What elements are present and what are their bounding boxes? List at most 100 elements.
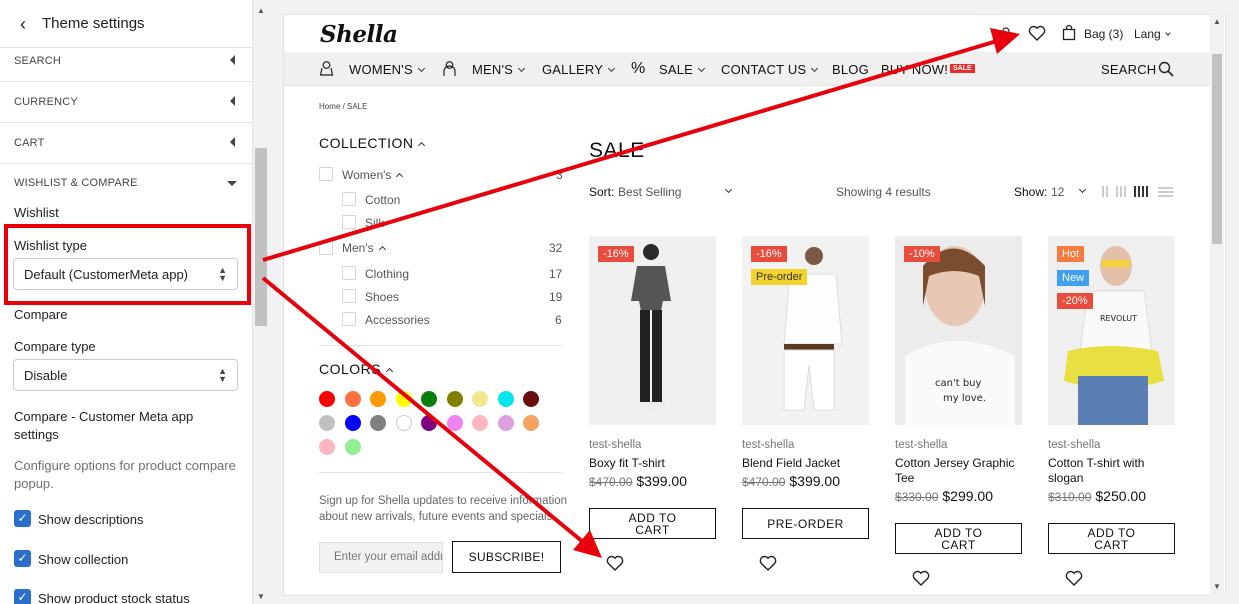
filter-mens[interactable]: Men's bbox=[342, 241, 386, 255]
percent-icon: % bbox=[631, 60, 646, 77]
nav-sale[interactable]: SALE bbox=[659, 62, 706, 77]
bag-link[interactable]: Bag (3) bbox=[1084, 27, 1123, 41]
filter-checkbox[interactable] bbox=[342, 192, 356, 206]
color-swatch[interactable] bbox=[319, 391, 335, 407]
add-to-cart-button[interactable]: ADD TO CART bbox=[1048, 523, 1175, 554]
color-swatch[interactable] bbox=[395, 391, 412, 407]
sidebar-scrollbar[interactable]: ▲ ▼ bbox=[253, 0, 269, 604]
wishlist-heart-icon[interactable] bbox=[606, 555, 624, 571]
filter-accessories[interactable]: Accessories bbox=[365, 313, 430, 327]
colors-title[interactable]: COLORS bbox=[319, 361, 394, 377]
wishlist-heart-icon[interactable] bbox=[1065, 570, 1083, 586]
preview-scrollbar[interactable]: ▲ ▼ bbox=[1210, 14, 1224, 596]
scroll-down-icon[interactable]: ▼ bbox=[257, 592, 265, 601]
color-swatch[interactable] bbox=[446, 415, 463, 431]
pre-order-button[interactable]: PRE-ORDER bbox=[742, 508, 869, 539]
color-swatch[interactable] bbox=[395, 415, 412, 431]
wishlist-heart-icon[interactable] bbox=[1028, 25, 1046, 41]
nav-buy-now[interactable]: BUY NOW! bbox=[881, 62, 948, 77]
product-name[interactable]: Cotton T-shirt with slogan bbox=[1048, 456, 1175, 486]
compare-type-select[interactable]: Disable ▲ ▼ bbox=[13, 359, 238, 391]
product-name[interactable]: Cotton Jersey Graphic Tee bbox=[895, 456, 1022, 486]
color-swatch[interactable] bbox=[472, 415, 488, 431]
lang-select[interactable]: Lang bbox=[1134, 27, 1171, 41]
section-wishlist-compare[interactable]: WISHLIST & COMPARE bbox=[0, 163, 252, 204]
show-select[interactable]: 12 bbox=[1051, 185, 1064, 199]
show-descriptions-checkbox[interactable]: ✓ bbox=[14, 510, 31, 527]
color-swatch[interactable] bbox=[344, 439, 361, 455]
color-swatch[interactable] bbox=[421, 415, 437, 431]
add-to-cart-button[interactable]: ADD TO CART bbox=[895, 523, 1022, 554]
color-swatch[interactable] bbox=[370, 391, 386, 407]
newsletter-text: Sign up for Shella updates to receive in… bbox=[319, 495, 568, 523]
filter-clothing[interactable]: Clothing bbox=[365, 267, 409, 281]
color-swatch[interactable] bbox=[319, 439, 335, 455]
scrollbar-thumb[interactable] bbox=[1212, 54, 1222, 244]
svg-text:my love.: my love. bbox=[943, 393, 986, 404]
wishlist-heart-icon[interactable] bbox=[759, 555, 777, 571]
color-swatch[interactable] bbox=[319, 415, 335, 431]
bag-icon[interactable] bbox=[1062, 25, 1076, 41]
caret-left-icon bbox=[230, 96, 235, 106]
chevron-up-icon bbox=[386, 367, 394, 376]
filter-checkbox[interactable] bbox=[342, 289, 356, 303]
filter-checkbox[interactable] bbox=[342, 266, 356, 280]
filter-shoes[interactable]: Shoes bbox=[365, 290, 399, 304]
product-photo bbox=[742, 236, 869, 425]
subscribe-button[interactable]: SUBSCRIBE! bbox=[452, 541, 561, 573]
product-name[interactable]: Blend Field Jacket bbox=[742, 456, 869, 471]
old-price: $470.00 bbox=[742, 475, 786, 489]
scroll-up-icon[interactable]: ▲ bbox=[257, 6, 265, 15]
color-swatch[interactable] bbox=[523, 391, 539, 407]
show-collection-checkbox[interactable]: ✓ bbox=[14, 550, 31, 567]
color-swatch[interactable] bbox=[370, 415, 386, 431]
color-swatch[interactable] bbox=[446, 391, 463, 407]
store-logo[interactable]: Shella bbox=[320, 21, 398, 48]
collection-title[interactable]: COLLECTION bbox=[319, 135, 426, 151]
product-name[interactable]: Boxy fit T-shirt bbox=[589, 456, 716, 471]
scroll-down-icon[interactable]: ▼ bbox=[1213, 582, 1221, 591]
product-image[interactable] bbox=[589, 236, 716, 425]
scroll-up-icon[interactable]: ▲ bbox=[1213, 17, 1221, 26]
color-swatch[interactable] bbox=[497, 415, 514, 431]
section-cart[interactable]: CART bbox=[0, 123, 252, 164]
show-stock-status-checkbox[interactable]: ✓ bbox=[14, 589, 31, 604]
nav-gallery[interactable]: GALLERY bbox=[542, 62, 616, 77]
email-input[interactable]: Enter your email address bbox=[319, 542, 443, 573]
account-icon[interactable] bbox=[1000, 27, 1012, 41]
filter-silk[interactable]: Silk bbox=[365, 216, 384, 230]
back-arrow-icon[interactable]: ‹ bbox=[14, 14, 32, 34]
caret-left-icon bbox=[230, 137, 235, 147]
filter-checkbox[interactable] bbox=[319, 241, 333, 255]
product-image[interactable]: can't buy my love. bbox=[895, 236, 1022, 425]
product-image[interactable] bbox=[742, 236, 869, 425]
filter-womens[interactable]: Women's bbox=[342, 168, 404, 182]
color-swatch[interactable] bbox=[472, 391, 488, 407]
wishlist-heart-icon[interactable] bbox=[912, 570, 930, 586]
filter-cotton[interactable]: Cotton bbox=[365, 193, 400, 207]
nav-womens[interactable]: WOMEN'S bbox=[349, 62, 425, 77]
color-swatch[interactable] bbox=[421, 391, 437, 407]
search-icon[interactable] bbox=[1158, 61, 1174, 77]
filter-checkbox[interactable] bbox=[342, 312, 356, 326]
filter-count: 3 bbox=[556, 168, 563, 182]
product-image[interactable]: REVOLUT bbox=[1048, 236, 1175, 425]
add-to-cart-button[interactable]: ADD TO CART bbox=[589, 508, 716, 539]
nav-label: WOMEN'S bbox=[349, 62, 413, 77]
color-swatch[interactable] bbox=[344, 415, 361, 431]
scrollbar-thumb[interactable] bbox=[255, 148, 267, 326]
grid-view-icons[interactable] bbox=[1102, 186, 1174, 198]
color-swatch[interactable] bbox=[523, 415, 539, 431]
nav-contact[interactable]: CONTACT US bbox=[721, 62, 819, 77]
filter-checkbox[interactable] bbox=[319, 167, 333, 181]
nav-search[interactable]: SEARCH bbox=[1101, 62, 1156, 77]
sort-select[interactable]: Best Selling bbox=[618, 185, 681, 199]
breadcrumb[interactable]: Home / SALE bbox=[319, 102, 367, 111]
color-swatch[interactable] bbox=[497, 391, 514, 407]
section-currency[interactable]: CURRENCY bbox=[0, 82, 252, 123]
filter-checkbox[interactable] bbox=[342, 215, 356, 229]
color-swatch[interactable] bbox=[344, 391, 361, 407]
nav-blog[interactable]: BLOG bbox=[832, 62, 869, 77]
section-search[interactable]: SEARCH bbox=[0, 41, 252, 82]
nav-mens[interactable]: MEN'S bbox=[472, 62, 526, 77]
